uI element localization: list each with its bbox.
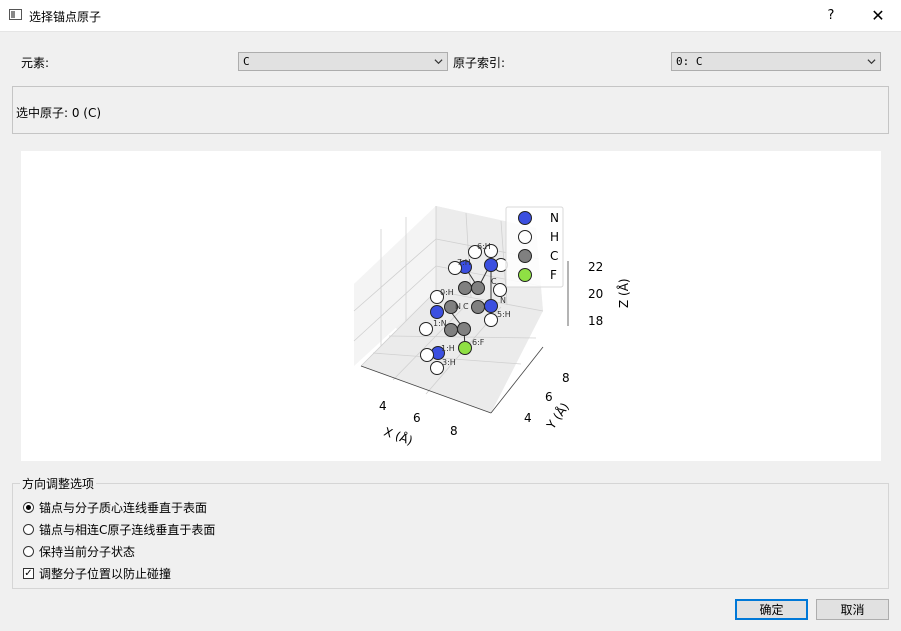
y-tick-label: 8: [562, 371, 570, 385]
checkbox-icon[interactable]: ✓: [23, 567, 34, 579]
element-label: 元素:: [21, 56, 50, 70]
atom-c: [458, 281, 472, 295]
cancel-button[interactable]: 取消: [816, 599, 889, 620]
option-centroid-perpendicular[interactable]: 锚点与分子质心连线垂直于表面: [23, 499, 207, 515]
option-label: 调整分子位置以防止碰撞: [39, 566, 172, 581]
atom-c: [457, 322, 471, 336]
legend-marker: [518, 211, 532, 225]
atom-n: [484, 299, 498, 313]
title-bar: 选择锚点原子 ? ✕: [0, 0, 901, 32]
atom-label: N: [455, 302, 461, 311]
atom-label: 3:H: [442, 358, 456, 367]
y-tick-label: 4: [524, 411, 532, 425]
atom-f: [458, 341, 472, 355]
x-tick-label: 8: [450, 424, 458, 438]
atom-n: [430, 305, 444, 319]
legend-marker: [518, 249, 532, 263]
atom-h: [419, 322, 433, 336]
atom-label: 1:H: [441, 344, 455, 353]
option-label: 锚点与相连C原子连线垂直于表面: [39, 522, 216, 537]
legend-label: F: [550, 268, 557, 282]
atom-label: C: [463, 302, 469, 311]
legend-label: N: [550, 211, 559, 225]
atom-label: 1:N: [433, 319, 447, 328]
option-label: 保持当前分子状态: [39, 544, 136, 559]
atom-c: [471, 281, 485, 295]
radio-icon[interactable]: [23, 523, 34, 535]
x-tick-label: 4: [379, 399, 387, 413]
atom-index-label: 原子索引:: [453, 56, 506, 70]
atom-label: 0:H: [440, 288, 454, 297]
x-tick-label: 6: [413, 411, 421, 425]
z-tick-label: 20: [588, 287, 603, 301]
legend-marker: [518, 230, 532, 244]
atom-h: [420, 348, 434, 362]
chevron-down-icon: [434, 59, 443, 65]
atom-index-combobox-value: 0: C: [676, 55, 703, 68]
element-combobox-value: C: [243, 55, 250, 68]
y-tick-label: 6: [545, 390, 553, 404]
legend-label: C: [550, 249, 558, 263]
chevron-down-icon: [867, 59, 876, 65]
selected-atom-text: 选中原子: 0 (C): [16, 106, 102, 120]
atom-label: 7:H: [457, 258, 471, 267]
window-title: 选择锚点原子: [29, 10, 102, 24]
z-axis-label: Z (Å): [616, 278, 631, 308]
atom-index-combobox[interactable]: 0: C: [671, 52, 881, 71]
atom-label: 6:H: [477, 242, 491, 251]
z-tick-label: 18: [588, 314, 603, 328]
legend-label: H: [550, 230, 559, 244]
atom-label: C: [491, 277, 497, 286]
plot-legend: N H C F: [505, 206, 564, 288]
option-avoid-collision[interactable]: ✓ 调整分子位置以防止碰撞: [23, 565, 171, 581]
option-label: 锚点与分子质心连线垂直于表面: [39, 500, 208, 515]
help-button[interactable]: ?: [808, 0, 854, 31]
molecule-3d-plot[interactable]: 4 6 8 4 6 8 18 20 22 X (Å) Y (Å) Z (Å) 6…: [21, 151, 881, 461]
radio-icon[interactable]: [23, 501, 34, 513]
atom-h: [484, 313, 498, 327]
ok-button[interactable]: 确定: [735, 599, 808, 620]
option-neighbor-c-perpendicular[interactable]: 锚点与相连C原子连线垂直于表面: [23, 521, 215, 537]
atom-label: N: [500, 296, 506, 305]
atom-label: 5:H: [497, 310, 511, 319]
option-keep-current[interactable]: 保持当前分子状态: [23, 543, 135, 559]
close-button[interactable]: ✕: [855, 0, 901, 31]
y-axis-label: Y (Å): [543, 400, 572, 433]
atom-label: 6:F: [472, 338, 485, 347]
x-axis-label: X (Å): [382, 424, 415, 448]
orientation-options-title: 方向调整选项: [20, 475, 97, 492]
radio-icon[interactable]: [23, 545, 34, 557]
atom-c: [471, 300, 485, 314]
z-tick-label: 22: [588, 260, 603, 274]
selected-atom-panel: [12, 86, 889, 134]
app-icon: [9, 9, 22, 20]
element-combobox[interactable]: C: [238, 52, 448, 71]
atom-n: [484, 258, 498, 272]
legend-marker: [518, 268, 532, 282]
